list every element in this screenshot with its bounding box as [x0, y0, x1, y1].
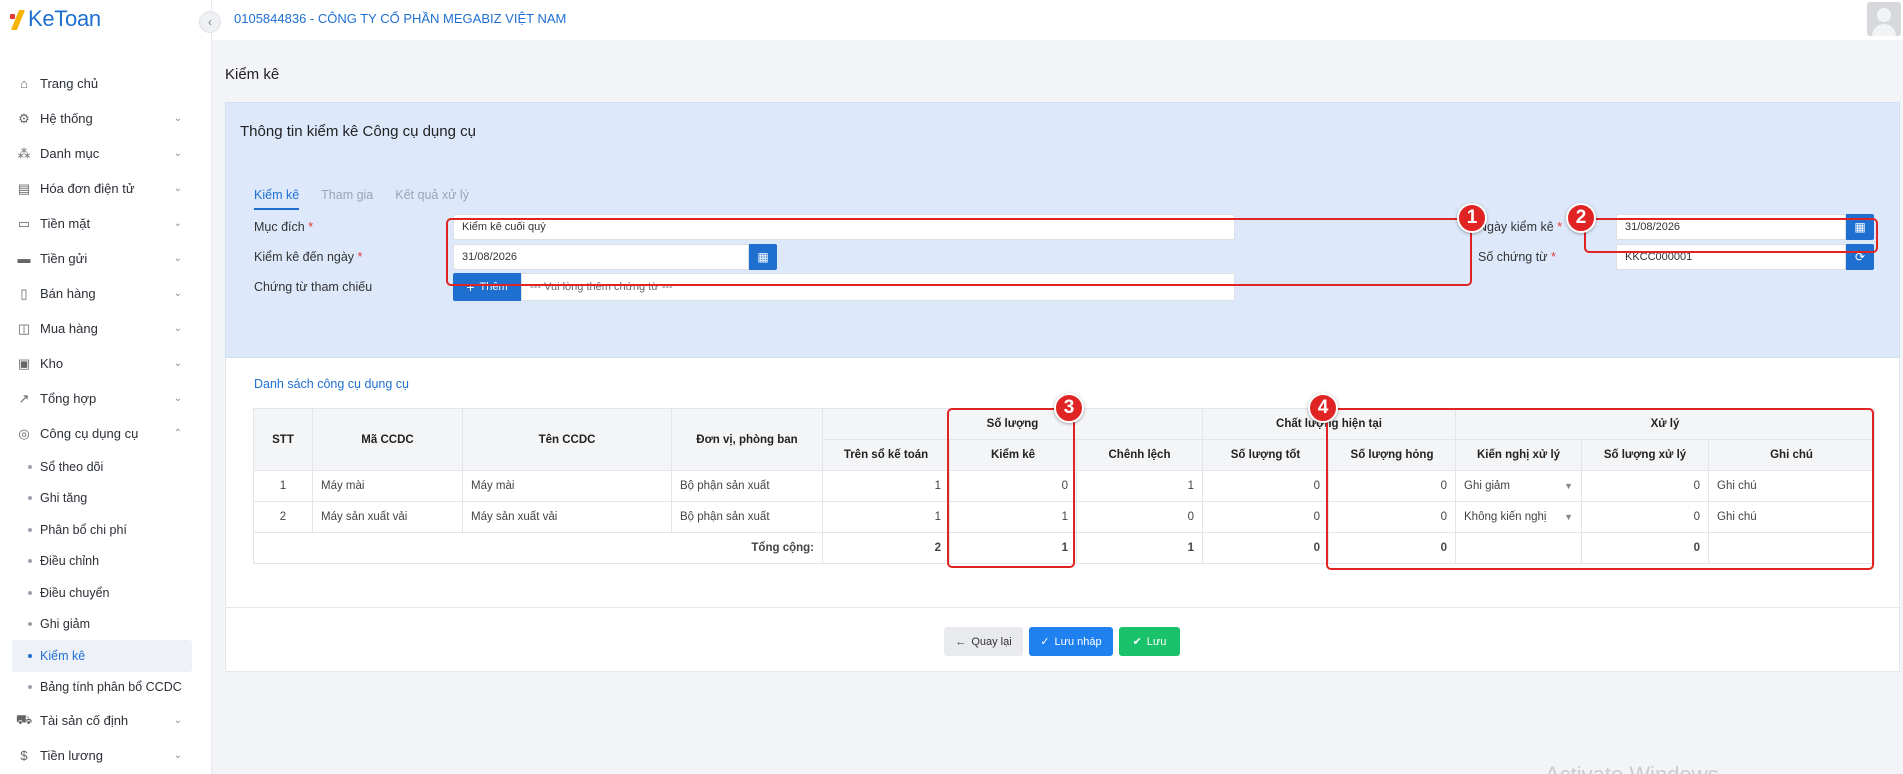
salary-icon: $ — [20, 748, 28, 763]
arrow-left-icon: ← — [955, 635, 967, 648]
chevron-down-icon: ⌄ — [173, 288, 182, 299]
th-diff: Chênh lệch — [1076, 439, 1203, 471]
topbar: 0105844836 - CÔNG TY CỔ PHẦN MEGABIZ VIỆ… — [212, 0, 1903, 40]
tools-list-title: Danh sách công cụ dụng cụ — [254, 377, 409, 391]
chevron-down-icon: ⌄ — [173, 218, 182, 229]
sidebar-item-tools[interactable]: ◎ Công cụ dụng cụ ⌃ — [0, 416, 212, 451]
sidebar-item-system[interactable]: ⚙ Hệ thống ⌄ — [0, 101, 212, 136]
tab-inventory[interactable]: Kiểm kê — [254, 188, 300, 210]
sidebar-item-einvoice[interactable]: ▤ Hóa đơn điện tử ⌄ — [0, 171, 212, 206]
th-good-qty: Số lượng tốt — [1202, 439, 1329, 471]
cart-icon: ◫ — [17, 320, 31, 336]
sales-icon: ▯ — [20, 285, 28, 301]
sidebar-item-cash[interactable]: ▭ Tiền mặt ⌄ — [0, 206, 212, 241]
sidebar-item-salary[interactable]: $ Tiền lương ⌄ — [0, 738, 212, 773]
user-check-icon: ✔ — [1132, 636, 1142, 648]
chevron-down-icon: ⌄ — [173, 183, 182, 194]
sub-item-allocation-sheet[interactable]: Bảng tính phân bổ CCDC — [0, 672, 212, 704]
sub-item-increase[interactable]: Ghi tăng — [0, 483, 212, 515]
tab-result[interactable]: Kết quả xử lý — [395, 188, 469, 210]
th-stt: STT — [253, 408, 313, 471]
windows-activation-watermark: Activate Windows — [1545, 762, 1719, 774]
sidebar-collapse-button[interactable]: ‹ — [199, 11, 221, 33]
logo-text: KeToan — [28, 6, 101, 31]
sidebar-item-deposit[interactable]: ▬ Tiền gửi ⌄ — [0, 241, 212, 276]
asset-icon: ⛟ — [15, 711, 33, 727]
voucher-no-label: Số chứng từ * — [1478, 250, 1556, 264]
invoice-icon: ▤ — [17, 180, 31, 196]
grid-icon: ⁂ — [17, 145, 31, 161]
action-bar: ← Quay lại ✓ Lưu nháp ✔ Lưu — [225, 608, 1900, 672]
chevron-left-icon: ‹ — [208, 15, 212, 29]
check-icon: ✓ — [1040, 636, 1050, 648]
sidebar-item-home[interactable]: ⌂ Trang chủ — [0, 66, 212, 101]
ref-doc-label: Chứng từ tham chiếu — [254, 280, 373, 294]
annotation-box-4 — [1326, 408, 1874, 570]
sidebar-item-summary[interactable]: ↗ Tổng hợp ⌄ — [0, 381, 212, 416]
good-qty-input[interactable]: 0 — [1202, 501, 1329, 533]
annotation-badge-3: 3 — [1054, 393, 1084, 423]
gear-icon: ⚙ — [18, 110, 30, 126]
sub-item-transfer[interactable]: Điều chuyển — [0, 577, 212, 609]
sidebar-item-warehouse[interactable]: ▣ Kho ⌄ — [0, 346, 212, 381]
annotation-badge-4: 4 — [1308, 393, 1338, 423]
chart-icon: ↗ — [18, 390, 30, 406]
sidebar-item-purchase[interactable]: ◫ Mua hàng ⌄ — [0, 311, 212, 346]
chevron-down-icon: ⌄ — [173, 750, 182, 761]
annotation-badge-2: 2 — [1566, 203, 1596, 233]
sub-item-decrease[interactable]: Ghi giảm — [0, 609, 212, 641]
chevron-up-icon: ⌃ — [173, 428, 182, 439]
back-button[interactable]: ← Quay lại — [944, 627, 1023, 656]
save-draft-button[interactable]: ✓ Lưu nháp — [1029, 627, 1113, 656]
tab-participants[interactable]: Tham gia — [321, 188, 373, 210]
sidebar-item-sales[interactable]: ▯ Bán hàng ⌄ — [0, 276, 212, 311]
page-title: Kiểm kê — [225, 66, 280, 83]
good-qty-input[interactable]: 0 — [1202, 470, 1329, 502]
cash-icon: ▭ — [17, 215, 31, 231]
home-icon: ⌂ — [20, 76, 28, 91]
tools-submenu: Sổ theo dõi Ghi tăng Phân bổ chi phí Điề… — [0, 451, 212, 703]
sidebar-item-catalog[interactable]: ⁂ Danh mục ⌄ — [0, 136, 212, 171]
sub-item-inventory-check[interactable]: Kiểm kê — [12, 640, 192, 672]
chevron-down-icon: ⌄ — [173, 358, 182, 369]
sub-item-allocation[interactable]: Phân bổ chi phí — [0, 514, 212, 546]
company-name: 0105844836 - CÔNG TY CỔ PHẦN MEGABIZ VIỆ… — [234, 11, 567, 26]
th-book-qty: Trên sổ kế toán — [822, 439, 950, 471]
bank-icon: ▬ — [17, 251, 31, 266]
annotation-box-2 — [1584, 218, 1878, 253]
th-dept: Đơn vị, phòng ban — [671, 408, 823, 471]
annotation-box-1 — [446, 218, 1472, 286]
annotation-box-3 — [947, 408, 1075, 568]
avatar[interactable] — [1867, 2, 1901, 36]
chevron-down-icon: ⌄ — [173, 323, 182, 334]
sidebar: KeToan ⌂ Trang chủ ⚙ Hệ thống ⌄ ⁂ Danh mục ⌄ … — [0, 0, 212, 774]
chevron-down-icon: ⌄ — [173, 148, 182, 159]
annotation-badge-1: 1 — [1457, 203, 1487, 233]
sub-item-ledger[interactable]: Sổ theo dõi — [0, 451, 212, 483]
sidebar-menu: ⌂ Trang chủ ⚙ Hệ thống ⌄ ⁂ Danh mục ⌄ ▤ Hóa đơ… — [0, 66, 212, 773]
to-date-label: Kiểm kê đến ngày * — [254, 250, 363, 264]
info-tabs: Kiểm kê Tham gia Kết quả xử lý — [254, 188, 469, 210]
app-logo[interactable]: KeToan — [10, 4, 101, 34]
chevron-down-icon: ⌄ — [173, 113, 182, 124]
check-date-label: Ngày kiểm kê * — [1478, 220, 1563, 234]
warehouse-icon: ▣ — [17, 355, 31, 371]
save-button[interactable]: ✔ Lưu — [1119, 627, 1180, 656]
sidebar-item-fixed-assets[interactable]: ⛟ Tài sản cố định ⌄ — [0, 703, 212, 738]
th-code: Mã CCDC — [312, 408, 463, 471]
logo-mark-icon — [10, 8, 24, 30]
info-panel-title: Thông tin kiểm kê Công cụ dụng cụ — [240, 123, 476, 140]
chevron-down-icon: ⌄ — [173, 715, 182, 726]
chevron-down-icon: ⌄ — [173, 393, 182, 404]
sub-item-adjust[interactable]: Điều chỉnh — [0, 546, 212, 578]
tools-icon: ◎ — [18, 425, 30, 441]
th-name: Tên CCDC — [462, 408, 672, 471]
chevron-down-icon: ⌄ — [173, 253, 182, 264]
purpose-label: Mục đích * — [254, 220, 314, 234]
